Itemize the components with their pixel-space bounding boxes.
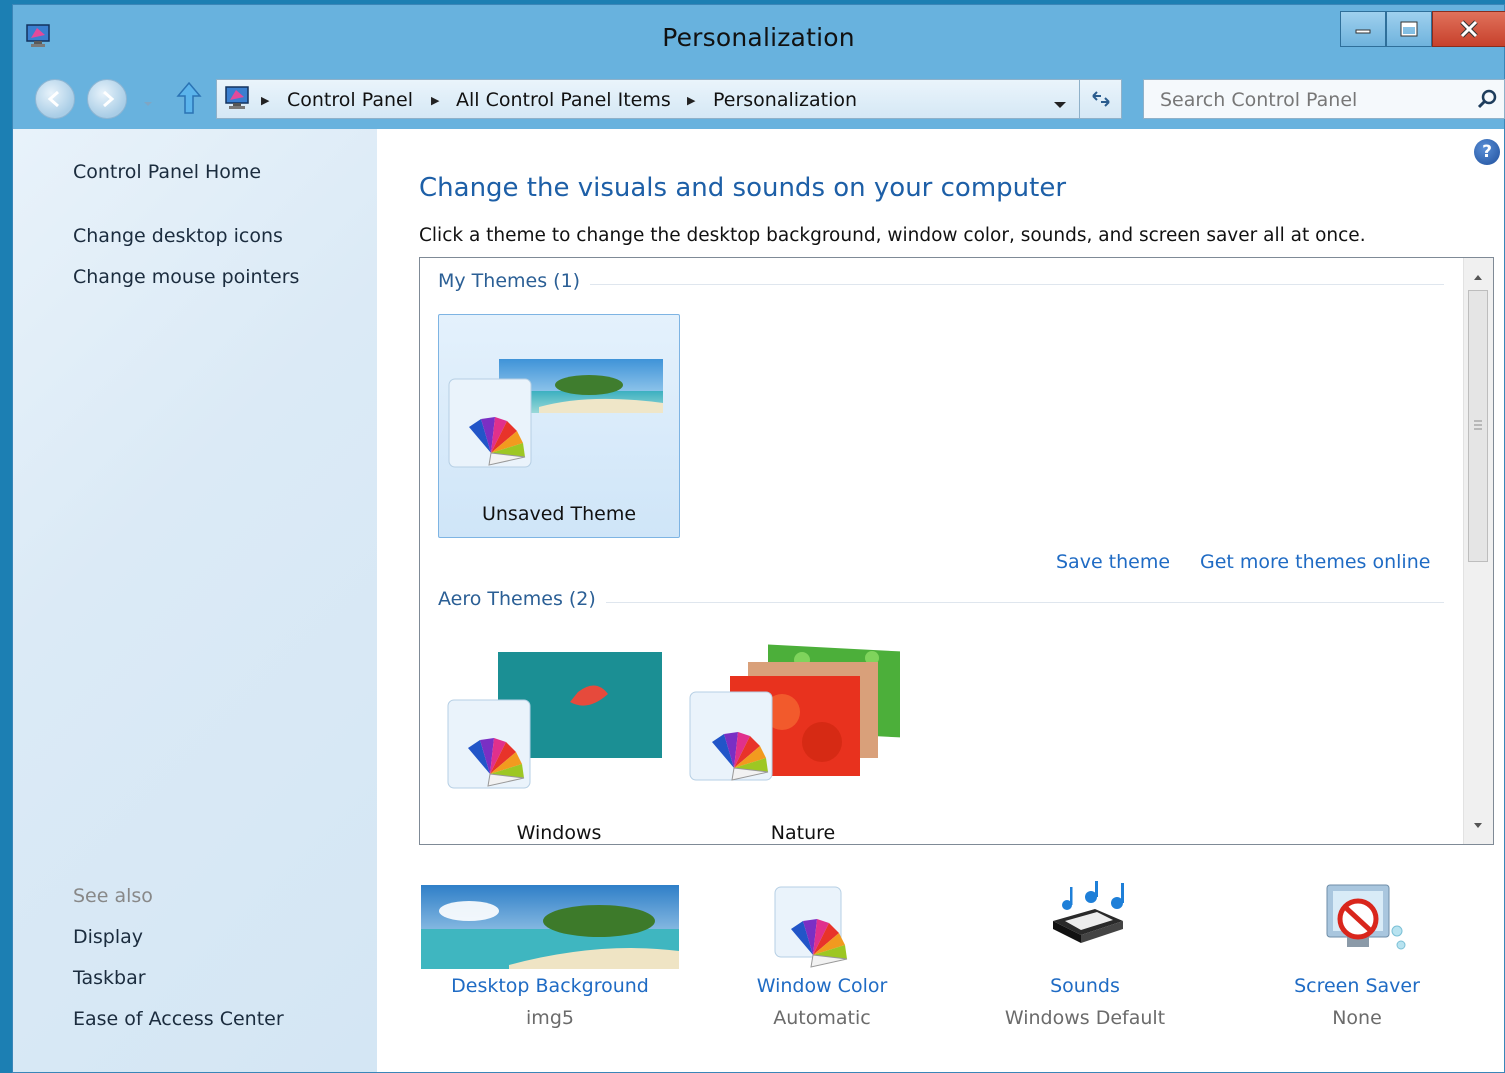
- up-button[interactable]: [175, 81, 203, 119]
- save-theme-link[interactable]: Save theme: [1056, 551, 1170, 573]
- sounds-link[interactable]: Sounds: [995, 975, 1175, 997]
- theme-windows[interactable]: Windows: [438, 632, 680, 844]
- minimize-button[interactable]: [1340, 11, 1386, 47]
- screen-saver-link[interactable]: Screen Saver: [1283, 975, 1431, 997]
- breadcrumb-separator-icon[interactable]: ▶: [687, 94, 695, 107]
- search-icon[interactable]: [1476, 88, 1498, 114]
- scrollbar-thumb[interactable]: [1468, 290, 1488, 562]
- change-mouse-pointers-link[interactable]: Change mouse pointers: [73, 266, 299, 288]
- minimize-icon: [1355, 29, 1371, 34]
- back-arrow-icon: [47, 90, 59, 108]
- display-link[interactable]: Display: [73, 926, 143, 948]
- screen-saver-item[interactable]: Screen Saver None: [1283, 881, 1431, 1029]
- left-pane: Control Panel Home Change desktop icons …: [13, 129, 377, 1072]
- breadcrumb-all-items[interactable]: All Control Panel Items: [456, 89, 671, 111]
- desktop-background-thumbnail: [421, 885, 679, 969]
- navigation-bar: ▶ Control Panel ▶ All Control Panel Item…: [13, 71, 1505, 129]
- get-more-themes-online-link[interactable]: Get more themes online: [1200, 551, 1430, 573]
- up-arrow-icon: [176, 81, 202, 114]
- my-themes-heading: My Themes (1): [438, 270, 591, 292]
- windows-theme-thumbnail: [447, 652, 662, 789]
- address-bar[interactable]: ▶ Control Panel ▶ All Control Panel Item…: [216, 79, 1122, 119]
- breadcrumb-separator-icon[interactable]: ▶: [431, 94, 439, 107]
- scroll-up-icon[interactable]: [1473, 266, 1483, 285]
- window-color-item[interactable]: Window Color Automatic: [747, 881, 897, 1029]
- title-bar[interactable]: Personalization: [13, 5, 1505, 71]
- refresh-icon: [1092, 91, 1110, 107]
- scroll-down-icon[interactable]: [1473, 815, 1483, 834]
- see-also-heading: See also: [73, 885, 153, 907]
- window-color-icon: [774, 886, 848, 968]
- sounds-value: Windows Default: [1004, 1007, 1166, 1029]
- breadcrumb-control-panel[interactable]: Control Panel: [287, 89, 413, 111]
- desktop-background-value: img5: [526, 1007, 574, 1029]
- aero-themes-heading: Aero Themes (2): [438, 588, 606, 610]
- forward-button[interactable]: [87, 79, 127, 119]
- themes-list[interactable]: My Themes (1) Unsaved Theme Save theme G…: [419, 257, 1494, 845]
- unsaved-theme-thumbnail: [448, 359, 663, 468]
- theme-label: Unsaved Theme: [481, 503, 637, 525]
- breadcrumb-personalization[interactable]: Personalization: [713, 89, 857, 111]
- recent-pages-dropdown[interactable]: [143, 93, 153, 112]
- ease-of-access-center-link[interactable]: Ease of Access Center: [73, 1008, 284, 1030]
- search-input[interactable]: [1158, 86, 1462, 114]
- control-panel-icon: [223, 85, 253, 117]
- group-divider: [440, 284, 1444, 285]
- sounds-item[interactable]: Sounds Windows Default: [995, 879, 1175, 1029]
- chevron-down-icon: [144, 102, 152, 106]
- close-icon: [1460, 20, 1478, 38]
- close-button[interactable]: [1432, 11, 1505, 47]
- theme-unsaved[interactable]: Unsaved Theme: [438, 314, 680, 538]
- themes-scrollbar[interactable]: [1463, 258, 1493, 844]
- taskbar-link[interactable]: Taskbar: [73, 967, 146, 989]
- desktop-background-item[interactable]: Desktop Background img5: [419, 881, 681, 1029]
- search-box[interactable]: [1143, 79, 1505, 119]
- back-button[interactable]: [35, 79, 75, 119]
- address-dropdown-button[interactable]: [1053, 95, 1067, 114]
- grip-icon: [1474, 420, 1482, 430]
- window-color-link[interactable]: Window Color: [747, 975, 897, 997]
- theme-nature[interactable]: Nature: [682, 632, 924, 844]
- page-description: Click a theme to change the desktop back…: [419, 225, 1366, 246]
- window-color-value: Automatic: [773, 1007, 871, 1029]
- window-title: Personalization: [662, 23, 855, 52]
- forward-arrow-icon: [103, 90, 115, 108]
- main-content: ? Change the visuals and sounds on your …: [377, 129, 1504, 1072]
- maximize-icon: [1400, 21, 1418, 37]
- personalization-window: Personalization ▶ Control Panel ▶ All Co…: [12, 4, 1505, 1073]
- sounds-icon: [1053, 879, 1124, 943]
- nature-theme-thumbnail: [689, 644, 900, 781]
- chevron-down-icon: [1054, 102, 1066, 108]
- screen-saver-value: None: [1332, 1007, 1382, 1029]
- screen-saver-icon: [1326, 884, 1406, 950]
- desktop-background-link[interactable]: Desktop Background: [419, 975, 681, 997]
- breadcrumb-separator-icon: ▶: [261, 94, 270, 107]
- page-heading: Change the visuals and sounds on your co…: [419, 173, 1067, 203]
- theme-label: Windows: [516, 822, 602, 844]
- refresh-button[interactable]: [1089, 88, 1113, 114]
- maximize-button[interactable]: [1386, 11, 1432, 47]
- address-divider: [1079, 80, 1080, 118]
- control-panel-home-link[interactable]: Control Panel Home: [73, 161, 261, 183]
- change-desktop-icons-link[interactable]: Change desktop icons: [73, 225, 283, 247]
- help-icon[interactable]: ?: [1474, 139, 1500, 165]
- theme-label: Nature: [770, 822, 836, 844]
